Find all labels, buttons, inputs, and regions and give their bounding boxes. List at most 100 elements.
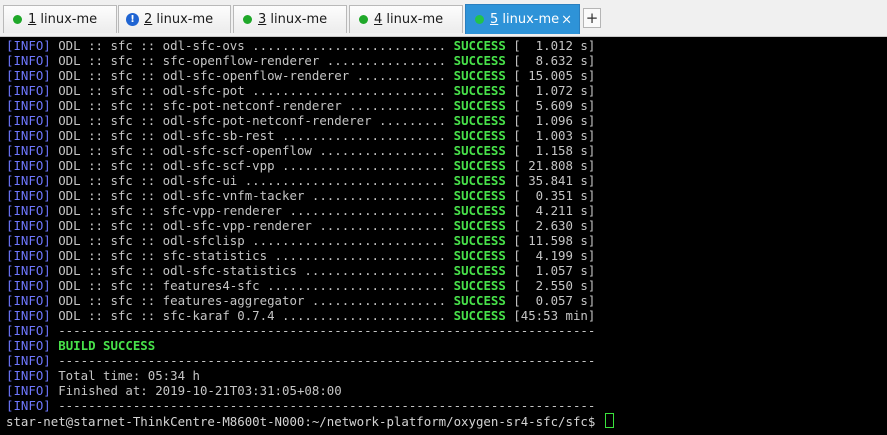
status-ok-icon (243, 15, 252, 24)
log-level-tag: [INFO] (6, 398, 51, 413)
terminal-line: [INFO] ODL :: sfc :: sfc-vpp-renderer ..… (6, 203, 614, 218)
log-text: ODL :: sfc :: odl-sfclisp ..............… (50, 233, 454, 248)
log-text: ODL :: sfc :: sfc-statistics ...........… (50, 248, 454, 263)
status-text: SUCCESS (453, 173, 506, 188)
elapsed-time: [ 1.158 s] (505, 143, 596, 158)
elapsed-time: [ 2.630 s] (505, 218, 596, 233)
tab-3[interactable]: 3 linux-me (233, 5, 347, 33)
terminal-line: [INFO] ODL :: sfc :: odl-sfc-sb-rest ...… (6, 128, 614, 143)
tab-label: 2 linux-me (144, 12, 214, 27)
log-text: ODL :: sfc :: odl-sfc-pot ..............… (50, 83, 454, 98)
log-level-tag: [INFO] (6, 128, 51, 143)
elapsed-time: [ 8.632 s] (505, 53, 596, 68)
warning-icon: ! (126, 13, 139, 26)
status-text: SUCCESS (453, 188, 506, 203)
close-tab-icon[interactable]: × (561, 13, 572, 26)
status-ok-icon (475, 15, 484, 24)
log-text: ODL :: sfc :: sfc-openflow-renderer ....… (50, 53, 454, 68)
log-text: ODL :: sfc :: odl-sfc-ui ...............… (50, 173, 454, 188)
elapsed-time: [ 4.211 s] (505, 203, 596, 218)
tab-label: 3 linux-me (258, 12, 328, 27)
elapsed-time: [ 15.005 s] (505, 68, 596, 83)
tab-1[interactable]: 1 linux-me (3, 5, 117, 33)
terminal-line: [INFO] ODL :: sfc :: sfc-karaf 0.7.4 ...… (6, 308, 614, 323)
log-text: ODL :: sfc :: odl-sfc-sb-rest ..........… (50, 128, 454, 143)
terminal-line: [INFO] ODL :: sfc :: sfc-pot-netconf-ren… (6, 98, 614, 113)
elapsed-time: [ 1.057 s] (505, 263, 596, 278)
log-level-tag: [INFO] (6, 188, 51, 203)
log-level-tag: [INFO] (6, 83, 51, 98)
terminal-line: [INFO] ODL :: sfc :: features-aggregator… (6, 293, 614, 308)
terminal-line: [INFO] ODL :: sfc :: odl-sfclisp .......… (6, 233, 614, 248)
log-level-tag: [INFO] (6, 53, 51, 68)
status-ok-icon (359, 15, 368, 24)
terminal-line: [INFO] ODL :: sfc :: odl-sfc-statistics … (6, 263, 614, 278)
elapsed-time: [ 21.808 s] (505, 158, 596, 173)
status-text: SUCCESS (453, 128, 506, 143)
log-level-tag: [INFO] (6, 98, 51, 113)
log-level-tag: [INFO] (6, 233, 51, 248)
terminal-line: [INFO] ODL :: sfc :: odl-sfc-openflow-re… (6, 68, 614, 83)
elapsed-time: [ 35.841 s] (505, 173, 596, 188)
prompt-line[interactable]: star-net@starnet-ThinkCentre-M8600t-N000… (6, 413, 614, 429)
log-level-tag: [INFO] (6, 338, 51, 353)
log-text: ODL :: sfc :: odl-sfc-statistics .......… (50, 263, 454, 278)
log-text: Total time: 05:34 h (50, 368, 200, 383)
log-level-tag: [INFO] (6, 263, 51, 278)
elapsed-time: [ 11.598 s] (505, 233, 596, 248)
status-text: SUCCESS (453, 113, 506, 128)
log-text: ODL :: sfc :: odl-sfc-vnfm-tacker ......… (50, 188, 454, 203)
tab-bar: 1 linux-me ! 2 linux-me 3 linux-me 4 lin… (0, 0, 887, 37)
elapsed-time: [ 5.609 s] (505, 98, 596, 113)
log-level-tag: [INFO] (6, 173, 51, 188)
terminal-line: [INFO] ---------------------------------… (6, 398, 614, 413)
log-text: ----------------------------------------… (50, 398, 596, 413)
text-cursor (604, 413, 614, 428)
status-text: SUCCESS (453, 53, 506, 68)
terminal-line: [INFO] ---------------------------------… (6, 353, 614, 368)
status-text: SUCCESS (453, 203, 506, 218)
log-level-tag: [INFO] (6, 278, 51, 293)
terminal-line: [INFO] ODL :: sfc :: odl-sfc-scf-vpp ...… (6, 158, 614, 173)
log-text: ODL :: sfc :: odl-sfc-pot-netconf-render… (50, 113, 454, 128)
elapsed-time: [ 1.096 s] (505, 113, 596, 128)
log-level-tag: [INFO] (6, 293, 51, 308)
status-text: SUCCESS (453, 263, 506, 278)
terminal-line: [INFO] ODL :: sfc :: odl-sfc-pot-netconf… (6, 113, 614, 128)
tab-4[interactable]: 4 linux-me (349, 5, 463, 33)
log-text: Finished at: 2019-10-21T03:31:05+08:00 (50, 383, 342, 398)
tab-label: 4 linux-me (374, 12, 444, 27)
log-level-tag: [INFO] (6, 368, 51, 383)
tab-5[interactable]: 5 linux-me × (465, 4, 580, 34)
terminal-lines: [INFO] ODL :: sfc :: odl-sfc-ovs .......… (6, 38, 614, 429)
elapsed-time: [45:53 min] (505, 308, 596, 323)
log-level-tag: [INFO] (6, 323, 51, 338)
tab-label: 1 linux-me (28, 12, 98, 27)
terminal-line: [INFO] ODL :: sfc :: odl-sfc-pot .......… (6, 83, 614, 98)
terminal-line: [INFO] ODL :: sfc :: sfc-statistics ....… (6, 248, 614, 263)
terminal-line: [INFO] ODL :: sfc :: odl-sfc-scf-openflo… (6, 143, 614, 158)
shell-prompt: star-net@starnet-ThinkCentre-M8600t-N000… (6, 414, 603, 429)
new-tab-button[interactable]: + (583, 8, 601, 28)
terminal-line: [INFO] ---------------------------------… (6, 323, 614, 338)
terminal-output[interactable]: [INFO] ODL :: sfc :: odl-sfc-ovs .......… (0, 37, 887, 435)
log-text: ----------------------------------------… (50, 353, 596, 368)
status-text: SUCCESS (453, 278, 506, 293)
status-text: SUCCESS (453, 98, 506, 113)
status-text: SUCCESS (453, 158, 506, 173)
terminal-line: [INFO] Total time: 05:34 h (6, 368, 614, 383)
log-level-tag: [INFO] (6, 143, 51, 158)
terminal-line: [INFO] ODL :: sfc :: odl-sfc-ovs .......… (6, 38, 614, 53)
log-level-tag: [INFO] (6, 38, 51, 53)
log-level-tag: [INFO] (6, 383, 51, 398)
status-ok-icon (13, 15, 22, 24)
tab-2[interactable]: ! 2 linux-me (118, 5, 231, 33)
terminal-line: [INFO] ODL :: sfc :: odl-sfc-ui ........… (6, 173, 614, 188)
status-text: SUCCESS (453, 248, 506, 263)
tab-label: 5 linux-me (490, 12, 560, 27)
status-text: SUCCESS (453, 233, 506, 248)
log-level-tag: [INFO] (6, 68, 51, 83)
log-text: ODL :: sfc :: odl-sfc-scf-vpp ..........… (50, 158, 454, 173)
log-level-tag: [INFO] (6, 218, 51, 233)
elapsed-time: [ 1.003 s] (505, 128, 596, 143)
